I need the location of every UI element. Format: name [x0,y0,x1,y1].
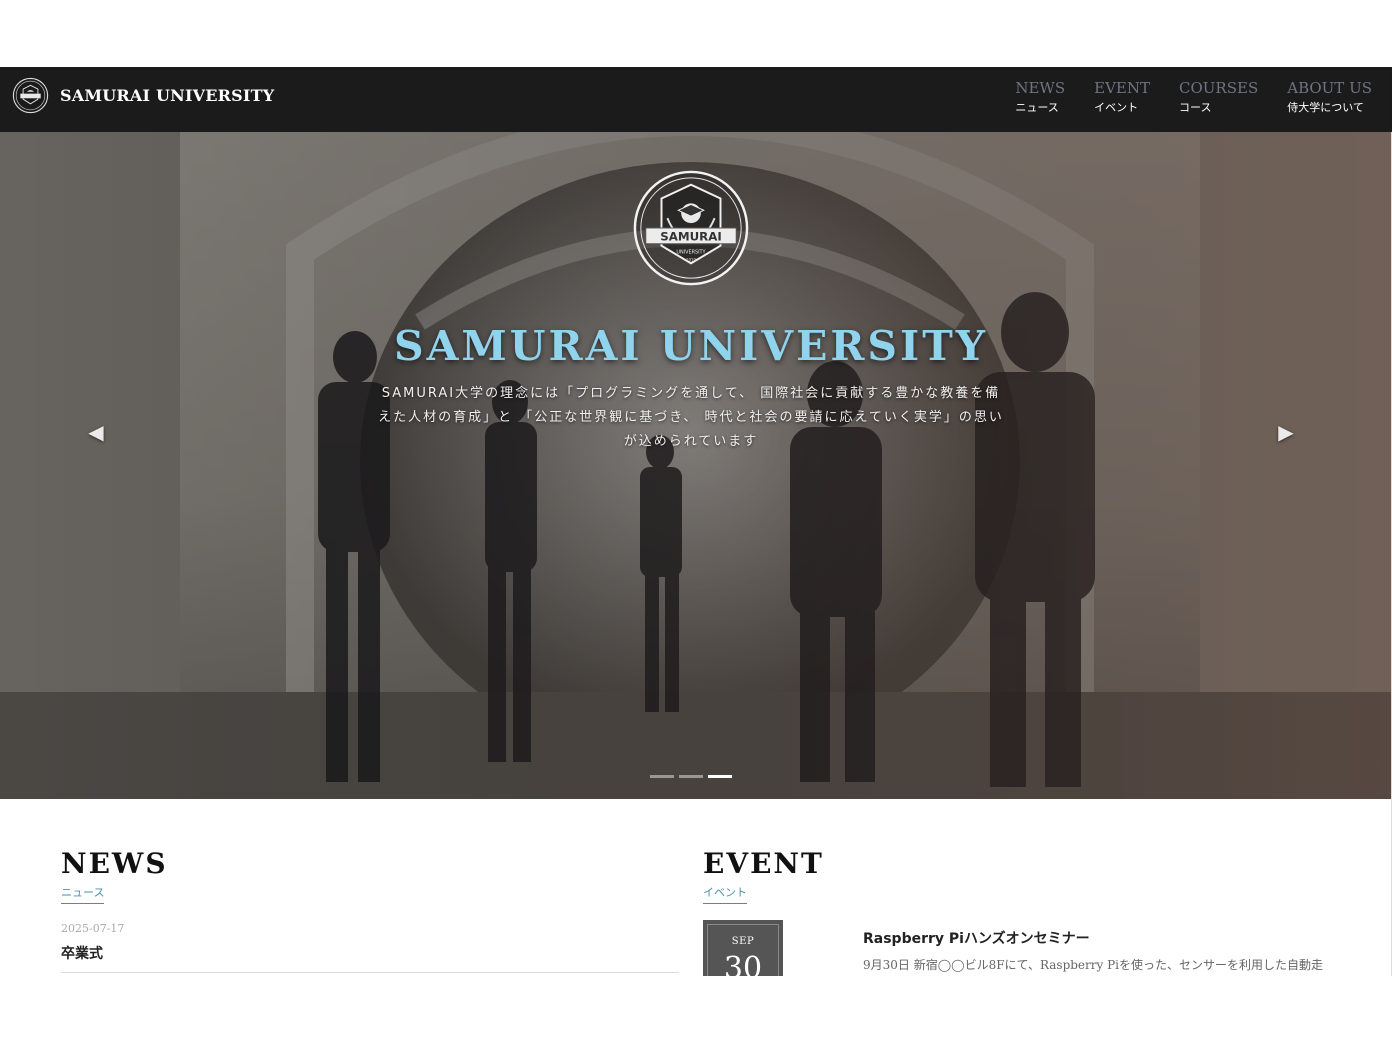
page-viewport: SAMURAI UNIVERSITY NEWS ニュース EVENT イベント … [0,67,1392,976]
nav-item-label: EVENT [1094,79,1151,97]
event-month: SEP [731,936,755,947]
section-title: EVENT [703,847,824,880]
svg-text:UNIVERSITY: UNIVERSITY [676,250,705,256]
nav-item-sublabel: ニュース [1015,101,1059,114]
nav-item-label: COURSES [1179,79,1259,97]
university-emblem-icon: SAMURAI UNIVERSITY 1919 [633,170,749,286]
news-title-link[interactable]: 卒業式 [61,943,679,963]
news-date: 2025-07-17 [61,922,125,935]
nav-item-event[interactable]: EVENT イベント [1094,79,1150,118]
carousel-indicator-active[interactable] [708,775,732,778]
nav-item-label: NEWS [1015,79,1066,97]
nav-item-label: ABOUT US [1287,79,1372,97]
nav-item-news[interactable]: NEWS ニュース [1015,79,1065,118]
chevron-right-icon: ▶ [1278,420,1294,444]
carousel-indicator[interactable] [679,775,703,778]
hero-title: SAMURAI UNIVERSITY [393,322,988,370]
nav-item-sublabel: イベント [1094,101,1139,114]
nav-item-sublabel: 侍大学について [1287,101,1364,114]
hero-description: SAMURAI大学の理念には「プログラミングを通して、 国際社会に貢献する豊かな… [378,386,1004,449]
event-title-link[interactable]: Raspberry Piハンズオンセミナー [863,928,1333,948]
chevron-left-icon: ◀ [88,420,104,444]
news-item[interactable]: 2025-07-17 卒業式 [61,922,679,973]
site-header: SAMURAI UNIVERSITY NEWS ニュース EVENT イベント … [0,67,1392,132]
event-date-badge: SEP 30 [703,920,783,976]
event-item[interactable]: SEP 30 Raspberry Piハンズオンセミナー 9月30日 新宿◯◯ビ… [703,920,1343,976]
section-title: NEWS [61,847,168,880]
svg-text:SAMURAI: SAMURAI [660,229,722,243]
main-nav: NEWS ニュース EVENT イベント COURSES コース ABOUT U… [986,79,1372,118]
carousel-indicators [650,775,737,778]
hero-carousel: SAMURAI UNIVERSITY 1919 SAMURAI UNIVERSI… [0,132,1392,799]
event-section: EVENT イベント SEP 30 Raspberry Piハンズオンセミナー … [703,847,1343,976]
brand[interactable]: SAMURAI UNIVERSITY [12,77,274,114]
nav-item-courses[interactable]: COURSES コース [1179,79,1258,118]
section-subtitle: ニュース [61,884,105,904]
nav-item-about-us[interactable]: ABOUT US 侍大学について [1287,79,1372,118]
carousel-indicator[interactable] [650,775,674,778]
brand-name: SAMURAI UNIVERSITY [60,86,275,105]
news-section: NEWS ニュース 2025-07-17 卒業式 [61,847,679,973]
section-subtitle: イベント [703,884,747,904]
carousel-next-button[interactable]: ▶ [1266,412,1306,452]
svg-text:1919: 1919 [686,257,696,262]
event-day: 30 [723,951,763,976]
event-description: 9月30日 新宿◯◯ビル8Fにて、Raspberry Piを使った、センサーを利… [863,958,1324,972]
carousel-prev-button[interactable]: ◀ [76,412,116,452]
nav-item-sublabel: コース [1179,101,1212,114]
university-logo-icon [12,77,49,114]
event-body: Raspberry Piハンズオンセミナー 9月30日 新宿◯◯ビル8Fにて、R… [863,928,1333,976]
